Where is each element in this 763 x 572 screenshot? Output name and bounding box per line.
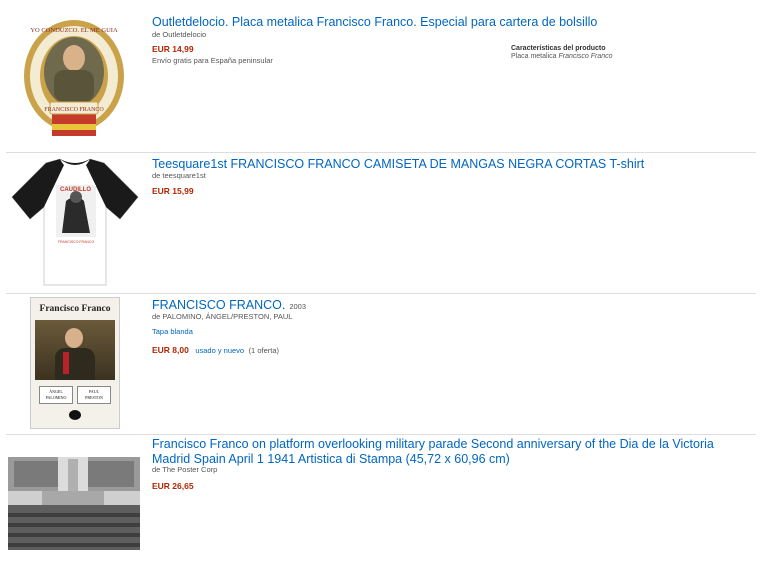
- used-and-new-link[interactable]: usado y nuevo: [195, 346, 244, 355]
- product-title-link[interactable]: FRANCISCO FRANCO.: [152, 298, 285, 312]
- product-title-link[interactable]: Francisco Franco on platform overlooking…: [152, 437, 752, 467]
- product-price: EUR 15,99: [152, 186, 194, 196]
- product-image-medal[interactable]: FRANCISCO FRANCO YO CONDUZCO. EL ME GUIA: [22, 10, 126, 145]
- features-text: Placa metalica Francisco Franco: [511, 53, 613, 60]
- product-title-link[interactable]: Teesquare1st FRANCISCO FRANCO CAMISETA D…: [152, 157, 752, 172]
- book-cover-title: Francisco Franco: [39, 304, 111, 314]
- product-price: EUR 8,00: [152, 345, 189, 355]
- book-author-box-1: ÁNGEL PALOMINO: [39, 386, 73, 404]
- publisher-logo-icon: [69, 410, 81, 420]
- product-price: EUR 26,65: [152, 481, 194, 491]
- features-text-plain: Placa metalica: [511, 53, 559, 60]
- tshirt-print-text: CAUDILLO: [60, 187, 91, 193]
- product-byline: de Outletdelocio: [152, 30, 207, 39]
- product-image-book[interactable]: Francisco Franco ÁNGEL PALOMINO PAUL PRE…: [30, 297, 120, 429]
- format-link[interactable]: Tapa blanda: [152, 327, 193, 336]
- result-item-2: CAUDILLO FRANCISCO FRANCO Teesquare1st F…: [0, 153, 763, 293]
- result-item-3: Francisco Franco ÁNGEL PALOMINO PAUL PRE…: [0, 294, 763, 434]
- medal-banner-text: FRANCISCO FRANCO: [44, 107, 104, 113]
- product-byline: de PALOMINO, ÁNGEL/PRESTON, PAUL: [152, 312, 293, 321]
- book-author-box-2: PAUL PRESTON: [77, 386, 111, 404]
- product-image-tshirt[interactable]: CAUDILLO FRANCISCO FRANCO: [10, 157, 140, 289]
- result-item-4: Francisco Franco on platform overlooking…: [0, 435, 763, 572]
- tshirt-print-caption: FRANCISCO FRANCO: [58, 240, 95, 244]
- features-text-em: Francisco Franco: [558, 53, 613, 60]
- product-features: Características del producto Placa metal…: [511, 45, 613, 60]
- book-cover-portrait: [35, 320, 115, 380]
- shipping-note: Envío gratis para España peninsular: [152, 56, 273, 65]
- product-price: EUR 14,99: [152, 44, 194, 54]
- product-byline: de The Poster Corp: [152, 465, 218, 474]
- medal-ring-text: YO CONDUZCO. EL ME GUIA: [30, 27, 118, 34]
- features-heading: Características del producto: [511, 45, 606, 52]
- product-byline: de teesquare1st: [152, 171, 206, 180]
- offers-count: (1 oferta): [248, 346, 279, 355]
- result-item-1: FRANCISCO FRANCO YO CONDUZCO. EL ME GUIA…: [0, 0, 763, 152]
- price-row: EUR 8,00 usado y nuevo (1 oferta): [152, 340, 279, 358]
- product-image-poster[interactable]: [8, 457, 140, 550]
- publication-year: 2003: [289, 302, 307, 311]
- product-title-link[interactable]: Outletdelocio. Placa metalica Francisco …: [152, 15, 752, 30]
